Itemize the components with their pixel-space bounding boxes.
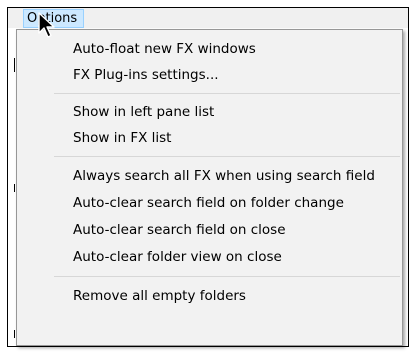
background-edge-mark [14, 184, 15, 192]
menu-item-auto-float-fx-windows[interactable]: Auto-float new FX windows [73, 36, 256, 62]
background-edge-mark [14, 330, 15, 338]
window-frame: Options Auto-float new FX windows FX Plu… [7, 7, 409, 347]
menu-separator [54, 276, 400, 277]
menu-item-auto-clear-folder-view-on-close[interactable]: Auto-clear folder view on close [73, 244, 282, 270]
menu-separator [54, 156, 400, 157]
arrow-cursor-icon [38, 12, 55, 38]
menu-item-always-search-all-fx[interactable]: Always search all FX when using search f… [73, 163, 375, 189]
menu-item-remove-empty-folders[interactable]: Remove all empty folders [73, 283, 246, 309]
options-dropdown-menu: Auto-float new FX windows FX Plug-ins se… [16, 29, 403, 346]
menu-item-fx-plugins-settings[interactable]: FX Plug-ins settings... [73, 62, 219, 88]
menu-item-auto-clear-search-folder-change[interactable]: Auto-clear search field on folder change [73, 190, 344, 216]
menu-item-auto-clear-search-on-close[interactable]: Auto-clear search field on close [73, 217, 286, 243]
menu-item-show-in-fx-list[interactable]: Show in FX list [73, 125, 171, 151]
menu-separator [54, 93, 400, 94]
menu-bar: Options [8, 8, 408, 28]
menu-item-show-in-left-pane-list[interactable]: Show in left pane list [73, 99, 214, 125]
background-edge-mark [14, 58, 15, 72]
